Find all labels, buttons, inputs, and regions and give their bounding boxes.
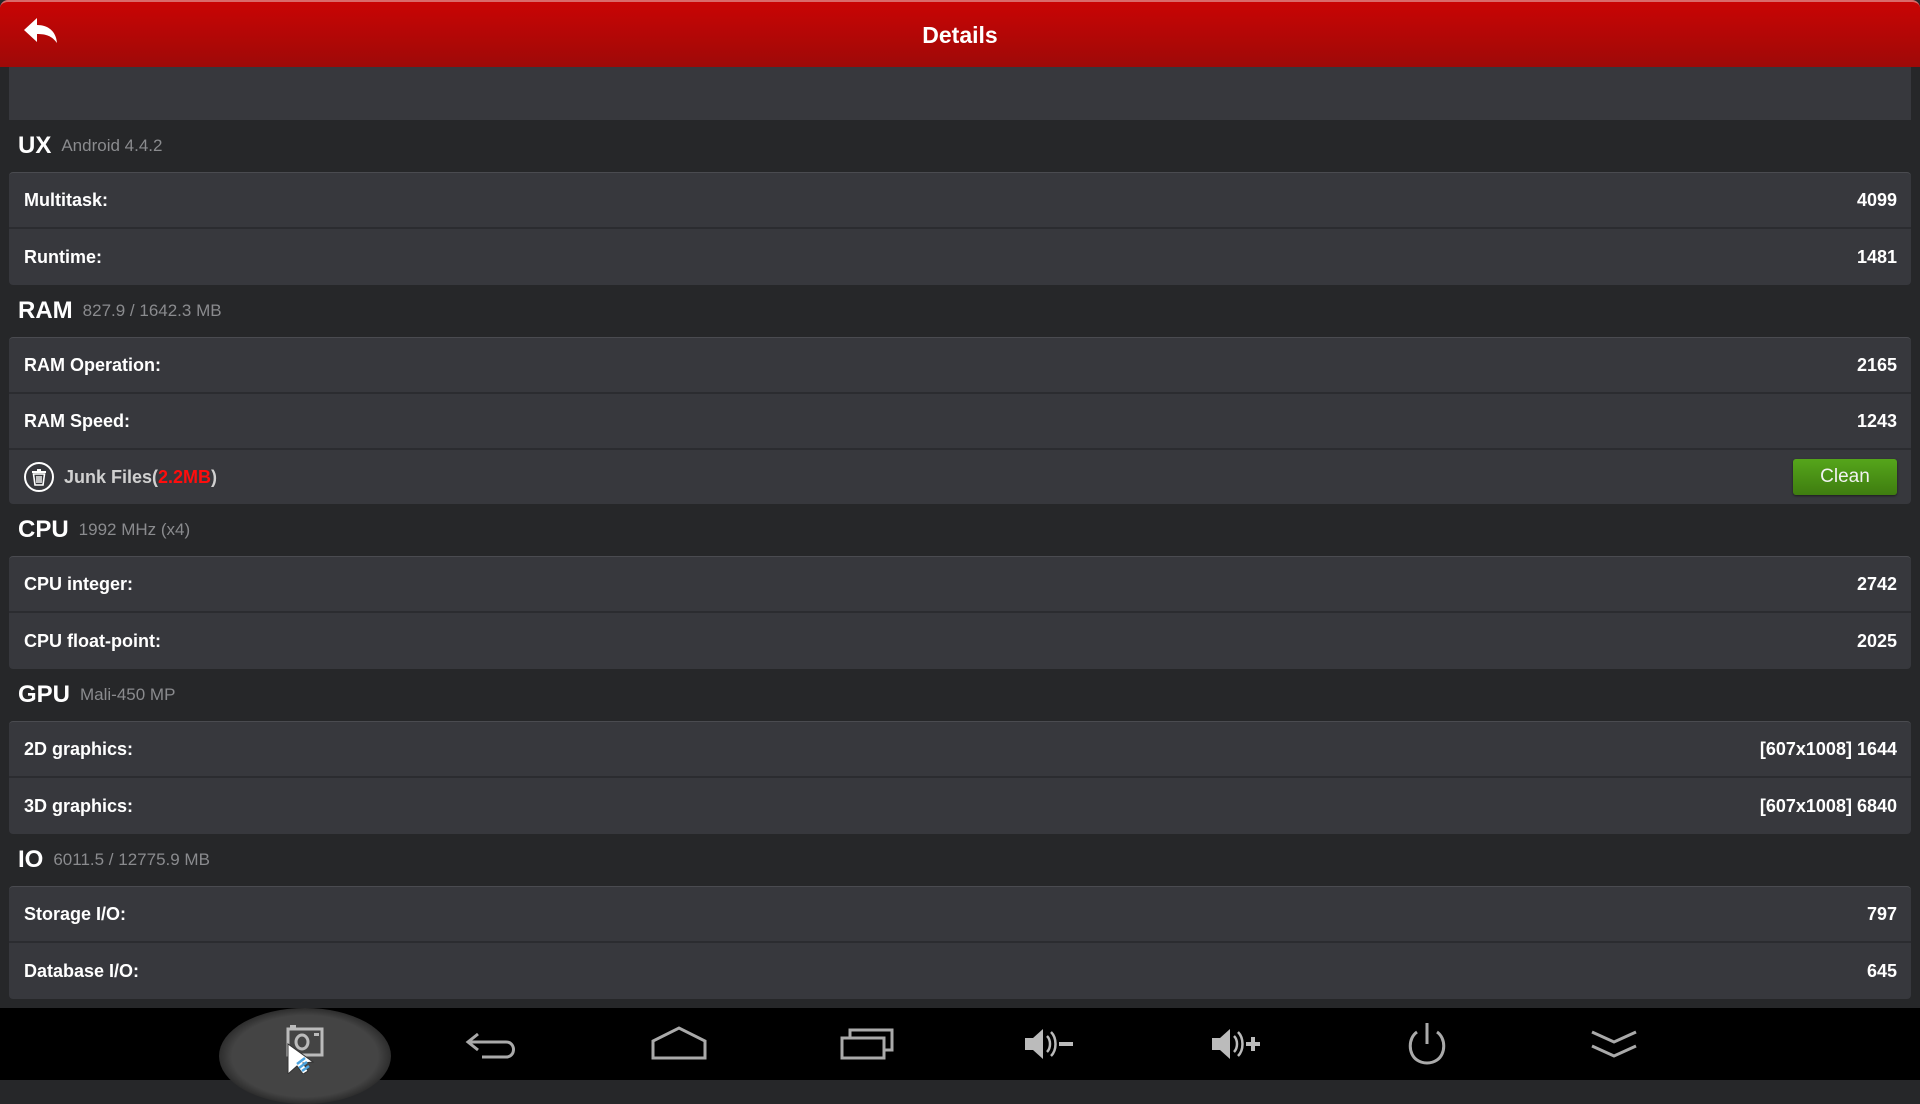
row-value: [607x1008] 6840 [1759,795,1897,816]
row-label: Runtime: [24,246,102,267]
section-header-gpu: GPU Mali-450 MP [9,669,1911,721]
row-label: CPU float-point: [24,630,161,651]
section-subtitle: 827.9 / 1642.3 MB [82,301,222,320]
collapse-nav-button[interactable] [1554,1008,1674,1080]
volume-down-button[interactable] [993,1008,1113,1080]
recent-apps-button[interactable] [806,1008,926,1080]
section-subtitle: 1992 MHz (x4) [78,520,191,539]
score-row: Runtime: 1481 [9,229,1911,285]
screenshot-button[interactable] [245,1008,365,1080]
section-header-cpu: CPU 1992 MHz (x4) [9,504,1911,556]
row-label: Multitask: [24,189,109,210]
volume-down-icon [1025,1029,1073,1059]
volume-up-icon [1212,1029,1260,1059]
row-value: 2742 [1856,573,1897,594]
row-label: 3D graphics: [24,795,134,816]
row-value: 645 [1866,960,1897,981]
blank-panel [9,67,1911,120]
row-label: Storage I/O: [24,903,127,924]
system-nav-bar [0,1008,1920,1104]
row-value: 1481 [1856,246,1897,267]
junk-files-row: Junk Files(2.2MB) Clean [9,450,1911,504]
details-list: UX Android 4.4.2 Multitask: 4099 Runtime… [9,67,1911,999]
score-row: CPU float-point: 2025 [9,613,1911,669]
section-card-gpu: 2D graphics: [607x1008] 1644 3D graphics… [9,721,1911,834]
row-label: 2D graphics: [24,738,134,759]
section-header-ux: UX Android 4.4.2 [9,120,1911,172]
clean-button[interactable]: Clean [1793,459,1897,495]
row-label: Database I/O: [24,960,140,981]
collapse-icon [1591,1030,1637,1058]
section-card-ram: RAM Operation: 2165 RAM Speed: 1243 Junk… [9,337,1911,504]
score-row: Multitask: 4099 [9,173,1911,229]
score-row: RAM Operation: 2165 [9,338,1911,394]
section-subtitle: Android 4.4.2 [61,136,163,155]
score-row: CPU integer: 2742 [9,557,1911,613]
section-title: IO [18,846,44,873]
junk-files-label: Junk Files( [64,466,159,487]
score-row: 2D graphics: [607x1008] 1644 [9,722,1911,778]
row-label: CPU integer: [24,573,134,594]
section-header-ram: RAM 827.9 / 1642.3 MB [9,285,1911,337]
back-icon [465,1032,515,1059]
section-subtitle: Mali-450 MP [80,685,176,704]
row-value: 2025 [1856,630,1897,651]
recent-apps-icon [840,1028,894,1060]
page-title: Details [922,22,998,48]
score-row: RAM Speed: 1243 [9,394,1911,450]
row-value: 797 [1866,903,1897,924]
score-row: 3D graphics: [607x1008] 6840 [9,778,1911,834]
junk-files-info: Junk Files(2.2MB) [24,462,217,492]
screenshot-icon [286,1025,324,1074]
section-title: CPU [18,516,69,543]
score-row: Storage I/O: 797 [9,887,1911,943]
row-value: 2165 [1856,354,1897,375]
score-row: Database I/O: 645 [9,943,1911,999]
section-title: GPU [18,681,71,708]
section-card-io: Storage I/O: 797 Database I/O: 645 [9,886,1911,999]
power-button[interactable] [1367,1008,1487,1080]
row-value: [607x1008] 1644 [1759,738,1897,759]
section-header-io: IO 6011.5 / 12775.9 MB [9,834,1911,886]
section-card-ux: Multitask: 4099 Runtime: 1481 [9,172,1911,285]
home-icon [651,1026,707,1060]
section-title: RAM [18,297,73,324]
trash-icon [24,462,54,492]
row-value: 4099 [1856,189,1897,210]
junk-files-close: ) [211,466,218,487]
volume-up-button[interactable] [1180,1008,1300,1080]
row-value: 1243 [1856,410,1897,431]
power-icon [1408,1023,1446,1065]
row-label: RAM Speed: [24,410,131,431]
section-subtitle: 6011.5 / 12775.9 MB [53,850,210,869]
home-button[interactable] [619,1008,739,1080]
junk-files-size: 2.2MB [158,466,212,487]
title-bar: Details [0,0,1920,67]
back-nav-button[interactable] [432,1008,552,1080]
row-label: RAM Operation: [24,354,161,375]
section-title: UX [18,132,52,159]
section-card-cpu: CPU integer: 2742 CPU float-point: 2025 [9,556,1911,669]
